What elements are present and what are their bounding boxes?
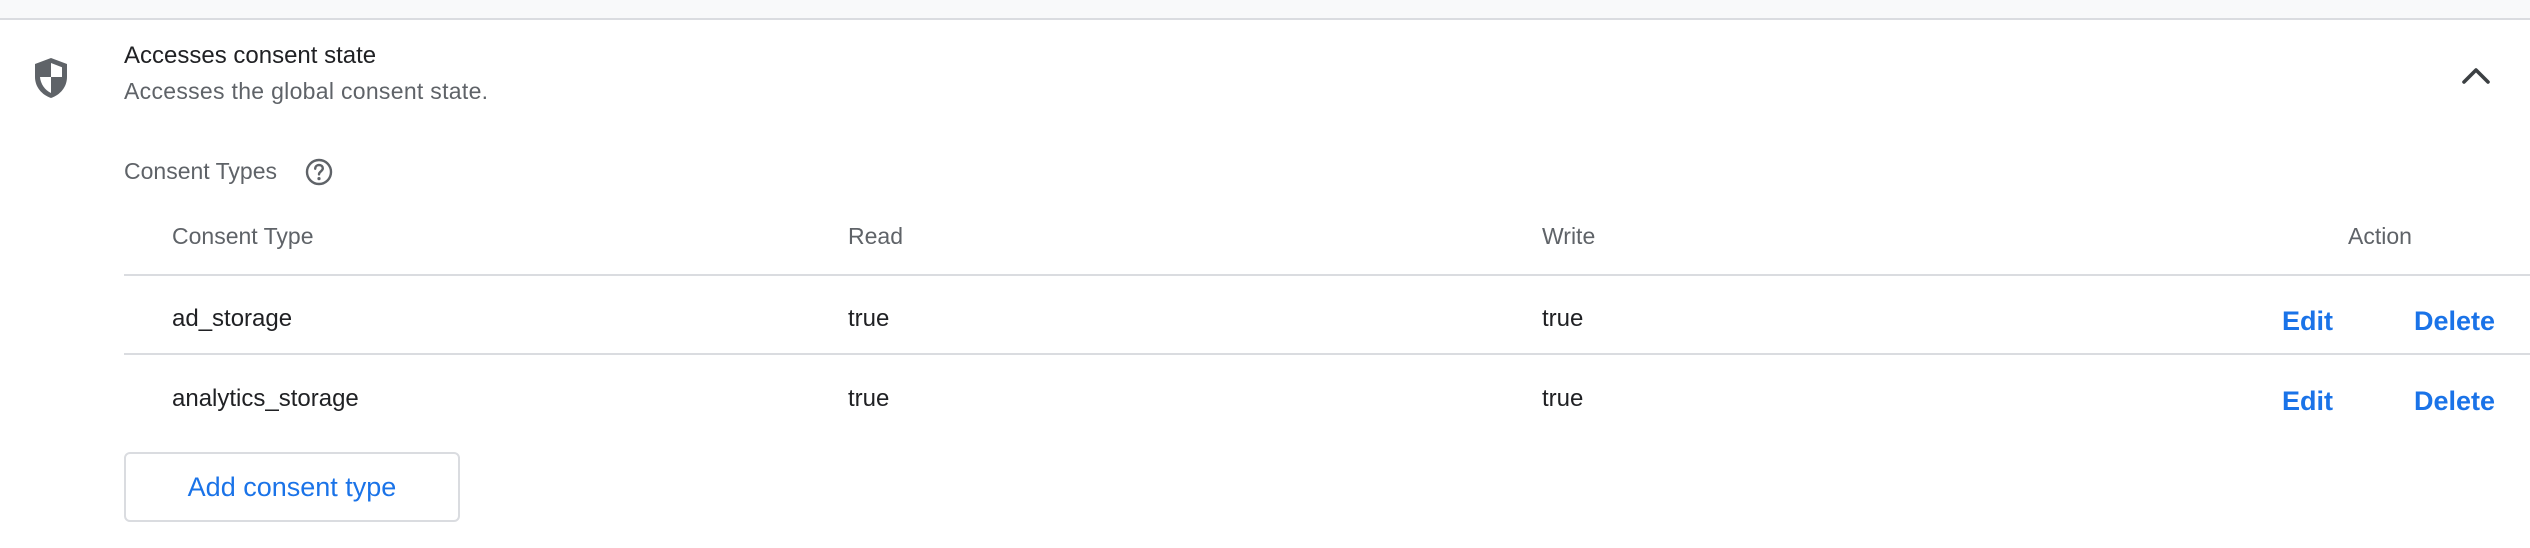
table-header-divider [124, 274, 2530, 276]
consent-type-cell: ad_storage [172, 305, 293, 332]
write-cell: true [1542, 305, 1584, 332]
row-divider [124, 353, 2530, 355]
permission-title: Accesses consent state [124, 42, 377, 69]
read-cell: true [848, 385, 890, 412]
column-header-consent-type: Consent Type [172, 223, 314, 249]
chevron-up-icon[interactable] [2456, 58, 2496, 92]
permission-subtitle: Accesses the global consent state. [124, 78, 489, 104]
consent-types-label: Consent Types [124, 158, 278, 184]
edit-link[interactable]: Edit [2282, 386, 2333, 417]
permission-panel: Accesses consent state Accesses the glob… [0, 0, 2530, 548]
column-header-write: Write [1542, 223, 1596, 249]
add-consent-type-button[interactable]: Add consent type [124, 452, 460, 522]
top-divider [0, 0, 2530, 20]
help-circle-icon[interactable] [304, 157, 334, 187]
column-header-read: Read [848, 223, 903, 249]
read-cell: true [848, 305, 890, 332]
delete-link[interactable]: Delete [2414, 306, 2495, 337]
write-cell: true [1542, 385, 1584, 412]
shield-icon [35, 58, 67, 98]
consent-type-cell: analytics_storage [172, 385, 359, 412]
edit-link[interactable]: Edit [2282, 306, 2333, 337]
column-header-action: Action [2348, 223, 2412, 249]
delete-link[interactable]: Delete [2414, 386, 2495, 417]
